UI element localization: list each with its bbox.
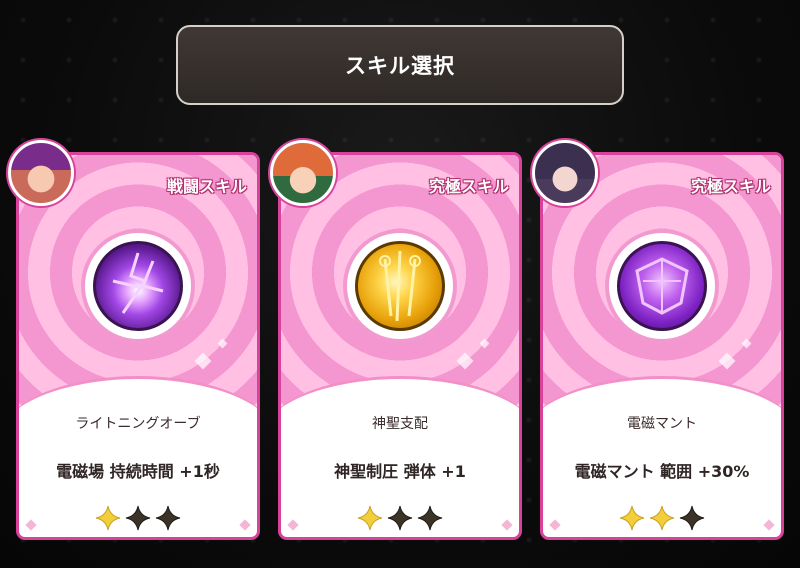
- skill-card-3[interactable]: 究極スキル 電磁マント 電磁マント 範囲 +30%: [540, 152, 784, 540]
- skill-effect: 電磁場 持続時間 +1秒: [56, 462, 220, 481]
- star-empty-icon: [387, 505, 413, 531]
- skill-name: 神聖支配: [372, 416, 428, 432]
- skill-card-2[interactable]: 究極スキル 神聖支配 神聖制圧 弾体 +1: [278, 152, 522, 540]
- skill-orb: [85, 233, 191, 339]
- witch-avatar: [8, 140, 74, 206]
- skill-name: ライトニングオーブ: [75, 416, 201, 432]
- dark-hair-avatar: [532, 140, 598, 206]
- star-filled-icon: [95, 505, 121, 531]
- cloak-shape-icon: [635, 257, 689, 315]
- skill-type-label: 究極スキル: [690, 177, 771, 196]
- sparkle-icon: [718, 352, 736, 370]
- holy-light-icon: [379, 250, 421, 322]
- star-filled-icon: [649, 505, 675, 531]
- title-panel: スキル選択: [176, 25, 624, 105]
- star-filled-icon: [619, 505, 645, 531]
- star-empty-icon: [417, 505, 443, 531]
- star-empty-icon: [679, 505, 705, 531]
- redhead-avatar: [270, 140, 336, 206]
- star-empty-icon: [155, 505, 181, 531]
- skill-effect: 電磁マント 範囲 +30%: [574, 462, 750, 481]
- sparkle-icon: [741, 338, 752, 349]
- skill-name: 電磁マント: [627, 416, 697, 432]
- skill-card-1[interactable]: 戦闘スキル ライトニングオーブ 電磁場 持続時間 +1秒: [16, 152, 260, 540]
- sparkle-icon: [479, 338, 490, 349]
- skill-effect: 神聖制圧 弾体 +1: [334, 462, 466, 481]
- skill-orb: [609, 233, 715, 339]
- lightning-bolt-icon: [112, 252, 164, 314]
- star-empty-icon: [125, 505, 151, 531]
- skill-type-label: 戦闘スキル: [166, 177, 247, 196]
- page-title: スキル選択: [345, 54, 455, 78]
- sparkle-icon: [456, 352, 474, 370]
- star-rating: [19, 505, 257, 531]
- star-rating: [281, 505, 519, 531]
- skill-orb: [347, 233, 453, 339]
- skill-type-label: 究極スキル: [428, 177, 509, 196]
- sparkle-icon: [194, 352, 212, 370]
- star-filled-icon: [357, 505, 383, 531]
- sparkle-icon: [217, 338, 228, 349]
- star-rating: [543, 505, 781, 531]
